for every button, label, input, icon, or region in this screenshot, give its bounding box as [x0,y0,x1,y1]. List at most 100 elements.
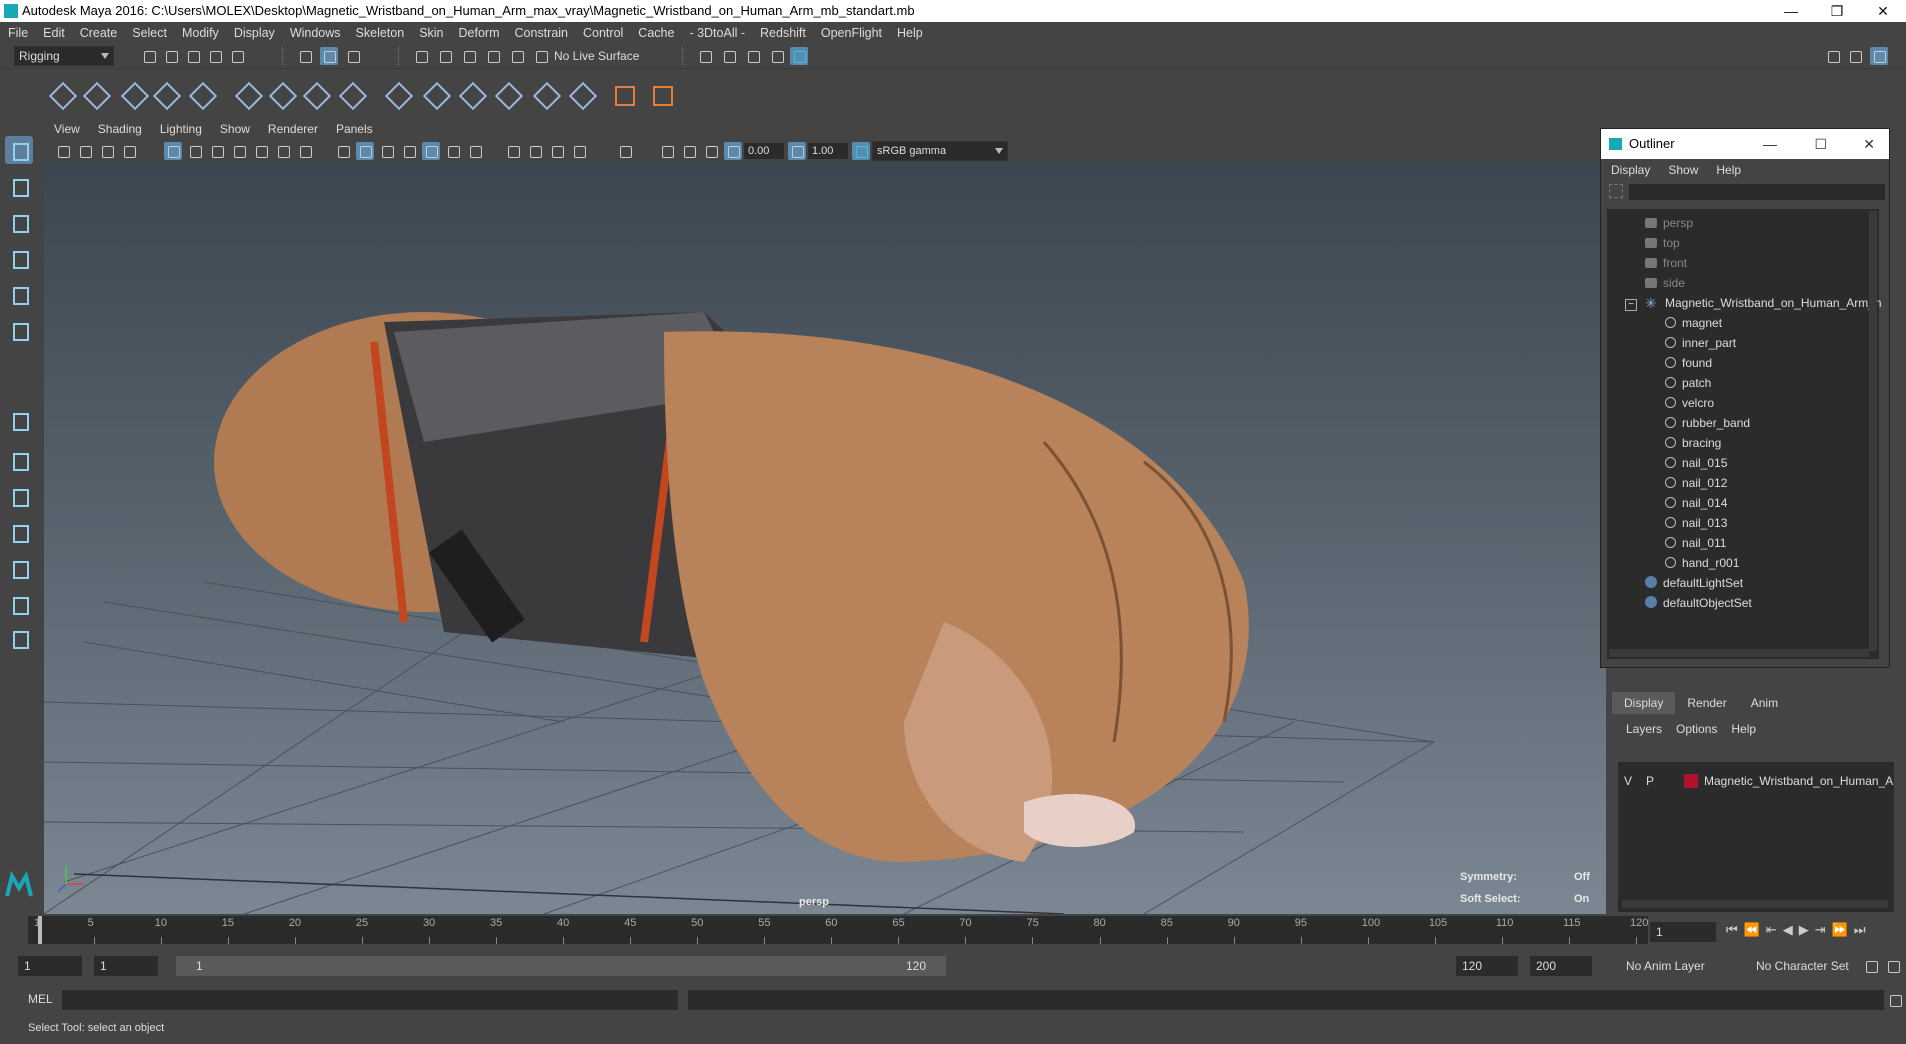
color-space-dropdown[interactable]: sRGB gamma [872,141,1008,161]
gate-mask-icon[interactable] [230,142,248,160]
vp-menu-view[interactable]: View [54,122,80,136]
menu-3dtoall[interactable]: - 3DtoAll - [689,26,745,40]
play-backward-icon[interactable]: ◀ [1783,922,1799,937]
menu-skeleton[interactable]: Skeleton [356,26,405,40]
layer-menu-layers[interactable]: Layers [1626,722,1662,736]
outliner-item-bracing[interactable]: bracing [1665,433,1721,453]
playback-end-field[interactable]: 120 [1456,956,1518,976]
outliner-toggle-icon[interactable] [1870,47,1888,65]
magnet-icon[interactable] [532,47,550,65]
collapse-icon[interactable]: − [1625,299,1637,311]
cluster-icon[interactable] [336,79,366,109]
viewport-canvas[interactable]: persp Symmetry: Off Soft Select: On [44,162,1606,914]
film-gate-icon[interactable] [186,142,204,160]
render-frame-icon[interactable] [696,47,714,65]
outliner-item-hand-r001[interactable]: hand_r001 [1665,553,1739,573]
grid-toggle-icon[interactable] [164,142,182,160]
exposure-field[interactable]: 0.00 [744,143,784,159]
move-tool-icon[interactable] [5,244,33,272]
tab-anim[interactable]: Anim [1739,692,1790,714]
new-scene-icon[interactable] [140,47,158,65]
outliner-close-button[interactable]: ✕ [1863,129,1875,159]
outliner-item-magnet[interactable]: magnet [1665,313,1722,333]
layer-name[interactable]: Magnetic_Wristband_on_Human_A [1704,772,1893,790]
layer-menu-options[interactable]: Options [1676,722,1717,736]
lasso-tool-icon[interactable] [5,172,33,200]
snap-curve-icon[interactable] [436,47,454,65]
menu-edit[interactable]: Edit [43,26,65,40]
single-perspective-layout-icon[interactable] [5,406,33,434]
persp-outliner-layout-icon[interactable] [5,590,33,618]
playback-start-field[interactable]: 1 [94,956,158,976]
outliner-item-default-light-set[interactable]: defaultLightSet [1645,573,1743,593]
save-scene-icon[interactable] [184,47,202,65]
undo-icon[interactable] [206,47,224,65]
layer-playback-toggle[interactable]: P [1646,772,1654,790]
menu-skin[interactable]: Skin [419,26,443,40]
bind-skin-icon[interactable] [232,79,262,109]
outliner-menu-show[interactable]: Show [1668,163,1698,177]
scale-tool-icon[interactable] [5,316,33,344]
shadows-icon[interactable] [466,142,484,160]
outliner-search-input[interactable] [1629,184,1885,200]
xray-joints-icon[interactable] [680,142,698,160]
default-material-icon[interactable] [378,142,396,160]
prev-key-icon[interactable]: ⇤ [1766,922,1783,937]
anim-layer-dropdown[interactable]: No Anim Layer [1620,956,1730,976]
outliner-item-side[interactable]: side [1645,273,1685,293]
render-view-icon[interactable] [790,47,808,65]
vp-menu-shading[interactable]: Shading [98,122,142,136]
outliner-horizontal-scrollbar[interactable] [1609,649,1869,657]
ik-spline-icon[interactable] [118,79,148,109]
time-slider-track[interactable]: 1510152025303540455055606570758085909510… [28,916,1648,944]
aim-constraint-icon[interactable] [420,79,450,109]
four-view-layout-icon[interactable] [5,446,33,474]
restore-button[interactable]: ❐ [1814,0,1860,22]
go-to-end-icon[interactable]: ⏭ [1854,922,1872,937]
command-language-label[interactable]: MEL [28,992,53,1006]
menu-create[interactable]: Create [80,26,118,40]
layer-horizontal-scrollbar[interactable] [1622,900,1888,908]
wireframe-icon[interactable] [334,142,352,160]
select-tool-icon[interactable] [5,136,33,164]
isolate-select-icon[interactable] [616,142,634,160]
outliner-item-default-object-set[interactable]: defaultObjectSet [1645,593,1752,613]
next-key-icon[interactable]: ⇥ [1815,922,1832,937]
camera-attributes-icon[interactable] [54,142,72,160]
menu-openflight[interactable]: OpenFlight [821,26,882,40]
ik-handle-icon[interactable] [80,79,110,109]
tab-render[interactable]: Render [1675,692,1738,714]
vp-menu-lighting[interactable]: Lighting [160,122,202,136]
xray-components-icon[interactable] [702,142,720,160]
outliner-item-nail-015[interactable]: nail_015 [1665,453,1727,473]
field-chart-icon[interactable] [252,142,270,160]
snap-view-plane-icon[interactable] [484,47,502,65]
animation-end-field[interactable]: 200 [1530,956,1592,976]
snap-point-icon[interactable] [460,47,478,65]
open-scene-icon[interactable] [162,47,180,65]
xray-icon[interactable] [658,142,676,160]
persp-graph-layout-icon[interactable] [5,554,33,582]
outliner-item-nail-013[interactable]: nail_013 [1665,513,1727,533]
play-forward-icon[interactable]: ▶ [1799,922,1815,937]
mirror-joint-icon[interactable] [150,79,180,109]
hypershade-icon[interactable] [768,47,786,65]
joint-tool-icon[interactable] [46,79,76,109]
ipr-render-icon[interactable] [720,47,738,65]
outliner-item-front[interactable]: front [1645,253,1687,273]
toolbox-more-icon[interactable] [5,624,33,652]
animation-prefs-icon[interactable] [1884,957,1902,975]
wireframe-on-shaded-icon[interactable] [400,142,418,160]
color-management-icon[interactable] [852,142,870,160]
range-slider-bar[interactable]: 1 120 [176,956,946,976]
go-to-start-icon[interactable]: ⏮ [1726,922,1744,937]
outliner-item-rubber-band[interactable]: rubber_band [1665,413,1750,433]
menu-windows[interactable]: Windows [290,26,341,40]
locator-icon[interactable] [608,79,638,109]
layer-visibility-toggle[interactable]: V [1624,772,1632,790]
snap-grid-icon[interactable] [412,47,430,65]
paint-select-tool-icon[interactable] [5,208,33,236]
outliner-item-nail-012[interactable]: nail_012 [1665,473,1727,493]
smooth-bind-icon[interactable] [266,79,296,109]
menu-deform[interactable]: Deform [459,26,500,40]
